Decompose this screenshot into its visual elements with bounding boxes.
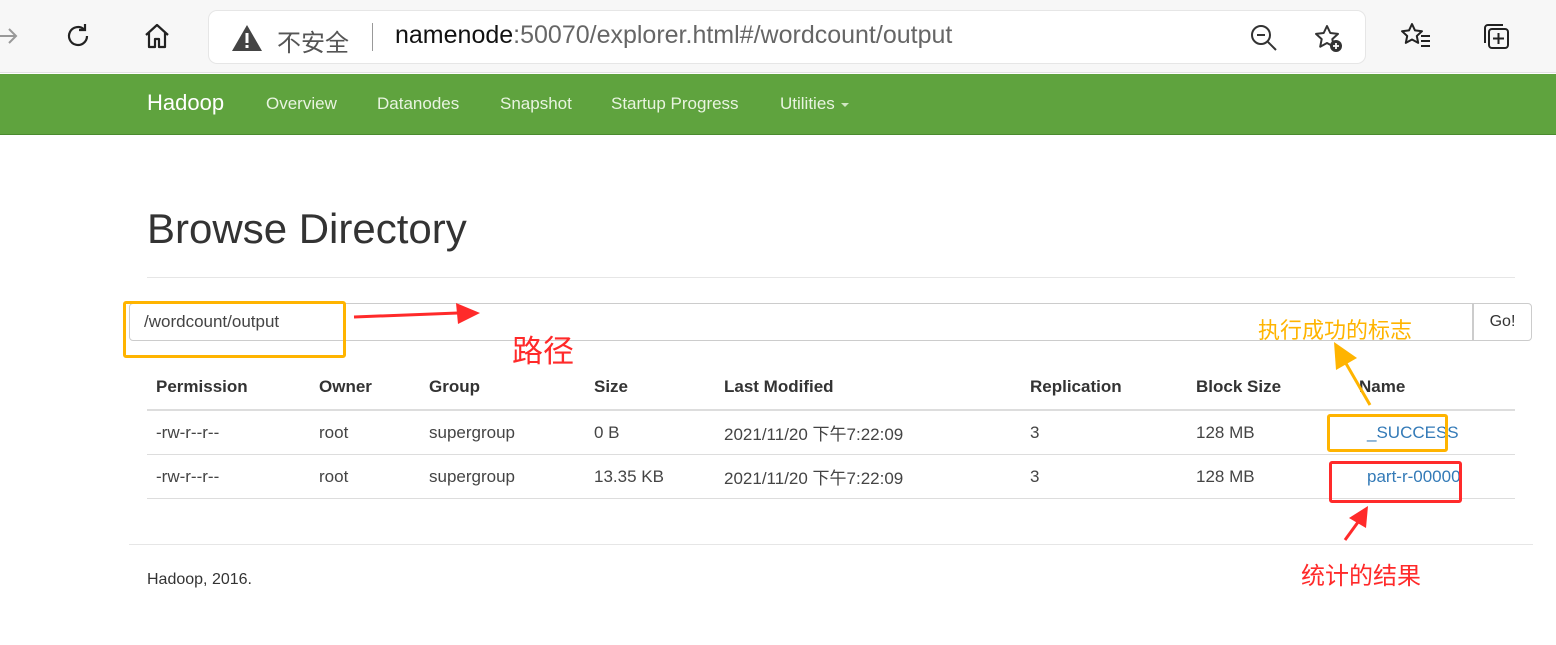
arrow-to-success-icon — [1334, 342, 1372, 406]
result-annotation: 统计的结果 — [1301, 562, 1421, 590]
arrow-to-path-icon — [353, 303, 480, 324]
arrow-to-result-icon — [1343, 506, 1368, 541]
path-annotation: 路径 — [512, 334, 574, 370]
success-annotation: 执行成功的标志 — [1258, 319, 1413, 344]
